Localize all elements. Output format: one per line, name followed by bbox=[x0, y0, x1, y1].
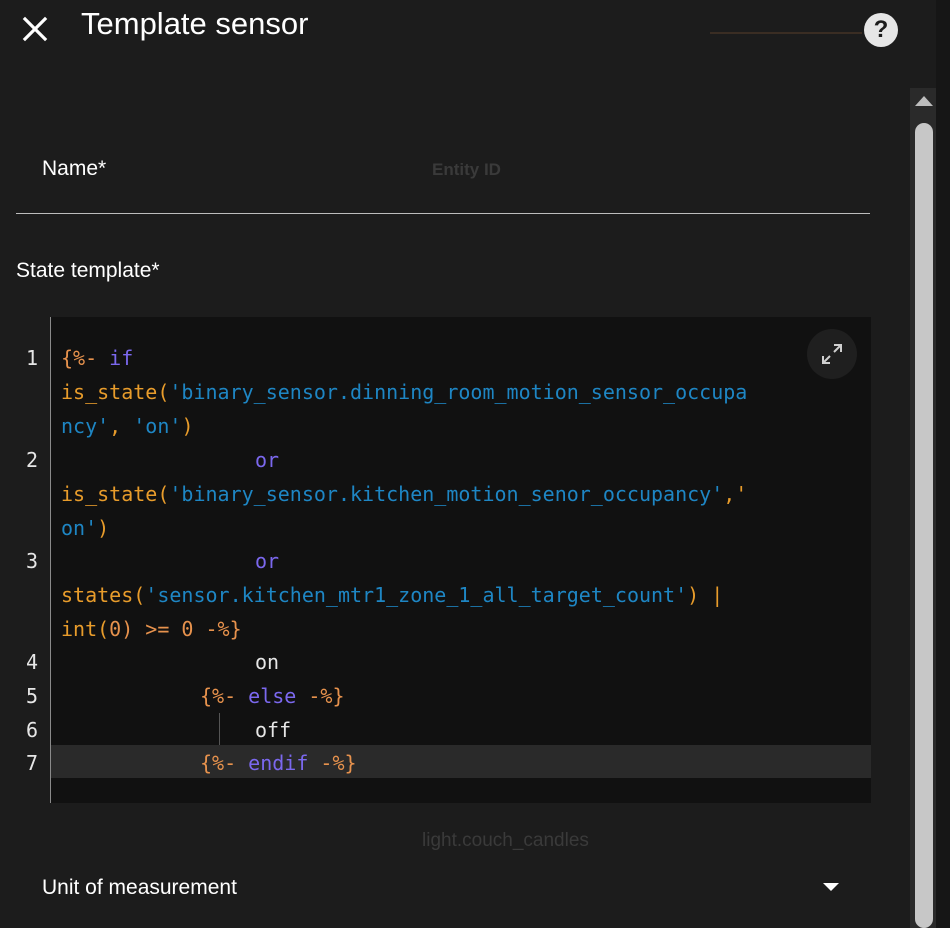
code-token: , bbox=[109, 414, 134, 438]
code-line[interactable]: {%- if bbox=[61, 346, 133, 370]
expand-editor-button[interactable] bbox=[807, 329, 857, 379]
code-token: ) >= 0 -%} bbox=[121, 617, 242, 641]
code-token: {%- bbox=[200, 751, 249, 775]
code-token: -%} bbox=[308, 751, 357, 775]
close-icon bbox=[22, 16, 48, 42]
code-token: 'binary_sensor.dinning_room_motion_senso… bbox=[169, 380, 748, 404]
code-token: {%- bbox=[61, 346, 110, 370]
background-entity-hint: light.couch_candles bbox=[422, 830, 589, 851]
line-number: 4 bbox=[26, 650, 39, 674]
code-line[interactable]: ncy', 'on') bbox=[61, 414, 193, 438]
line-number: 5 bbox=[26, 684, 39, 708]
code-token: states( bbox=[61, 583, 146, 607]
editor-gutter-divider bbox=[50, 317, 51, 803]
code-token: 'binary_sensor.kitchen_motion_senor_occu… bbox=[169, 482, 724, 506]
indent-guide bbox=[219, 713, 220, 745]
line-number: 2 bbox=[26, 448, 39, 472]
dialog-title: Template sensor bbox=[81, 6, 309, 41]
code-token: on bbox=[255, 650, 280, 674]
code-token: on' bbox=[61, 516, 98, 540]
code-token: ) bbox=[181, 414, 194, 438]
code-token: else bbox=[248, 684, 297, 708]
name-field-underline bbox=[16, 213, 870, 214]
code-token: or bbox=[255, 448, 280, 472]
close-button[interactable] bbox=[18, 12, 52, 46]
code-line[interactable]: states('sensor.kitchen_mtr1_zone_1_all_t… bbox=[61, 583, 723, 607]
code-token: ncy' bbox=[61, 414, 110, 438]
window-edge bbox=[936, 0, 950, 928]
code-token: off bbox=[255, 718, 292, 742]
code-token: -%} bbox=[296, 684, 345, 708]
code-line[interactable]: {%- else -%} bbox=[200, 684, 345, 708]
line-number: 1 bbox=[26, 346, 39, 370]
code-line[interactable]: is_state('binary_sensor.kitchen_motion_s… bbox=[61, 482, 747, 506]
code-token: ) | bbox=[687, 583, 724, 607]
code-token: is_state( bbox=[61, 482, 170, 506]
unit-of-measurement-label[interactable]: Unit of measurement bbox=[42, 876, 237, 900]
code-token: 'sensor.kitchen_mtr1_zone_1_all_target_c… bbox=[145, 583, 688, 607]
help-button[interactable]: ? bbox=[864, 13, 898, 47]
scrollbar-thumb[interactable] bbox=[915, 123, 933, 928]
code-line[interactable]: off bbox=[255, 718, 291, 742]
code-token: if bbox=[109, 346, 134, 370]
code-token: endif bbox=[248, 751, 309, 775]
scroll-up-arrow-icon[interactable] bbox=[915, 96, 933, 106]
code-line[interactable]: or bbox=[255, 448, 279, 472]
code-line[interactable]: on bbox=[255, 650, 279, 674]
code-line[interactable]: or bbox=[255, 549, 279, 573]
dropdown-arrow-icon[interactable] bbox=[823, 883, 839, 891]
name-field-label[interactable]: Name* bbox=[42, 157, 106, 181]
code-token: is_state( bbox=[61, 380, 170, 404]
code-token: int( bbox=[61, 617, 110, 641]
code-token: {%- bbox=[200, 684, 249, 708]
line-number: 7 bbox=[26, 751, 39, 775]
active-line-highlight bbox=[51, 745, 871, 778]
expand-icon bbox=[822, 344, 842, 364]
code-line[interactable]: {%- endif -%} bbox=[200, 751, 357, 775]
code-token: ,' bbox=[723, 482, 748, 506]
code-line[interactable]: int(0) >= 0 -%} bbox=[61, 617, 242, 641]
code-token: 0 bbox=[109, 617, 122, 641]
code-line[interactable]: on') bbox=[61, 516, 109, 540]
state-template-label: State template* bbox=[16, 259, 160, 282]
code-token: 'on' bbox=[133, 414, 182, 438]
line-number: 6 bbox=[26, 718, 39, 742]
header-divider bbox=[710, 32, 862, 34]
entity-id-hint: Entity ID bbox=[432, 160, 501, 179]
line-number: 3 bbox=[26, 549, 39, 573]
help-icon: ? bbox=[873, 16, 889, 43]
code-token: ) bbox=[97, 516, 110, 540]
code-token: or bbox=[255, 549, 280, 573]
code-line[interactable]: is_state('binary_sensor.dinning_room_mot… bbox=[61, 380, 747, 404]
